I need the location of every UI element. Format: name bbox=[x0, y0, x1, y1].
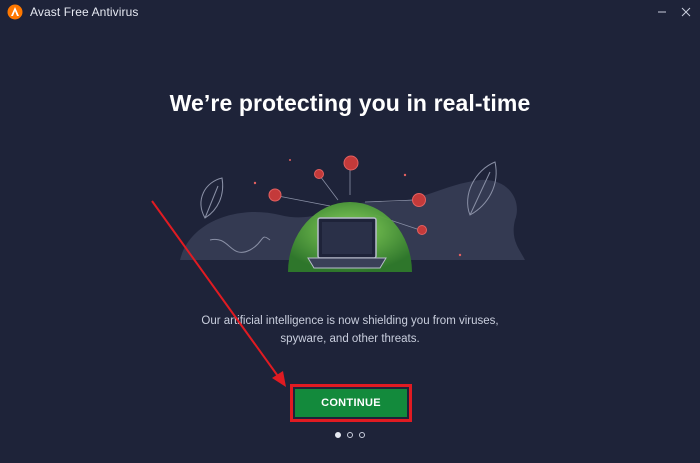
laptop-icon bbox=[307, 217, 387, 269]
leaf-left-icon bbox=[200, 177, 224, 219]
page-dot-1[interactable] bbox=[335, 432, 341, 438]
protection-illustration bbox=[180, 155, 525, 272]
avast-logo-icon bbox=[7, 4, 23, 20]
minimize-button[interactable] bbox=[650, 3, 674, 21]
minimize-icon bbox=[658, 11, 666, 13]
title-bar: Avast Free Antivirus bbox=[0, 0, 700, 26]
description-line-2: spyware, and other threats. bbox=[280, 333, 420, 345]
continue-button[interactable]: CONTINUE bbox=[295, 389, 407, 417]
close-icon bbox=[681, 7, 691, 17]
page-indicator bbox=[335, 432, 369, 440]
close-button[interactable] bbox=[674, 3, 698, 21]
description: Our artificial intelligence is now shiel… bbox=[0, 312, 700, 348]
page-title: We’re protecting you in real-time bbox=[169, 90, 531, 116]
description-line-1: Our artificial intelligence is now shiel… bbox=[201, 315, 499, 327]
app-title: Avast Free Antivirus bbox=[30, 5, 139, 19]
page-dot-3[interactable] bbox=[359, 432, 365, 438]
page-dot-2[interactable] bbox=[347, 432, 353, 438]
